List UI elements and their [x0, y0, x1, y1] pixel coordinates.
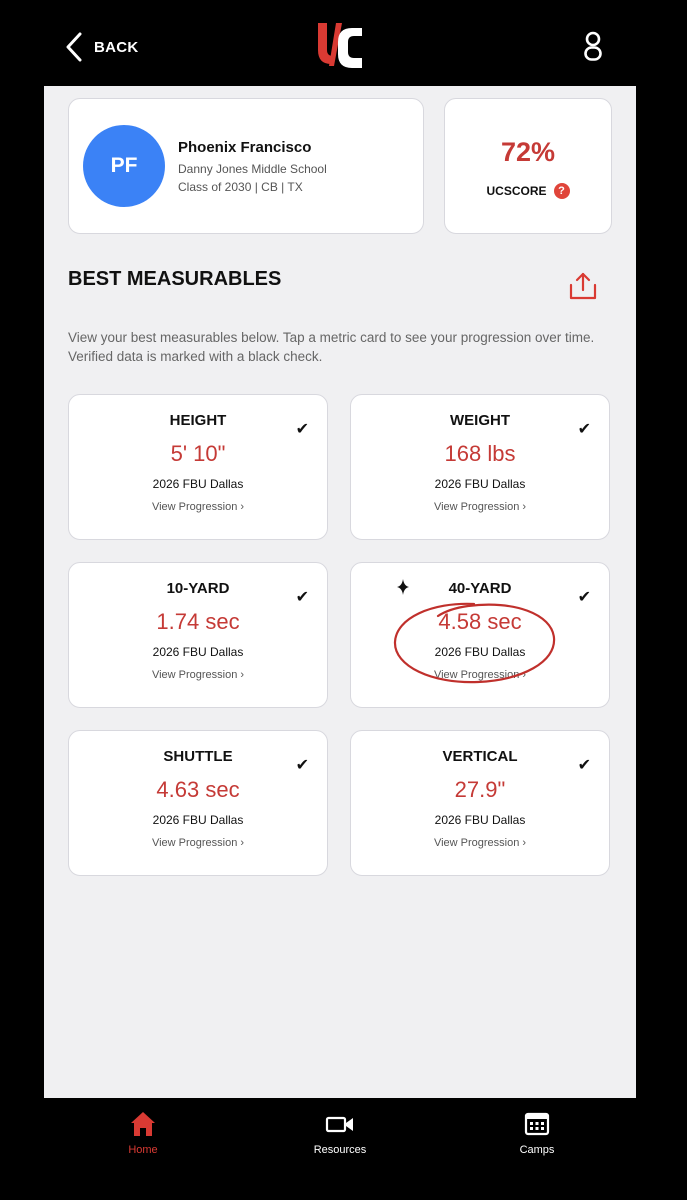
bottom-nav: Home Resources Camps	[0, 1098, 687, 1200]
metric-card-height[interactable]: HEIGHT ✔ 5' 10" 2026 FBU Dallas View Pro…	[68, 394, 328, 540]
player-name: Phoenix Francisco	[178, 139, 312, 156]
nav-resources[interactable]: Resources	[295, 1110, 385, 1156]
verified-check-icon: ✔	[577, 421, 591, 438]
calendar-icon	[524, 1112, 550, 1136]
metric-event: 2026 FBU Dallas	[152, 813, 244, 827]
metric-value: 4.58 sec	[438, 609, 522, 634]
metric-event: 2026 FBU Dallas	[152, 645, 244, 659]
metric-value: 168 lbs	[444, 441, 516, 466]
home-icon	[131, 1112, 155, 1136]
verified-check-icon: ✔	[295, 421, 309, 438]
metric-card-10-yard[interactable]: 10-YARD ✔ 1.74 sec 2026 FBU Dallas View …	[68, 562, 328, 708]
view-progression-link[interactable]: View Progression ›	[69, 501, 327, 513]
help-icon[interactable]: ?	[553, 183, 570, 199]
metric-event: 2026 FBU Dallas	[434, 813, 526, 827]
avatar: PF	[83, 125, 165, 207]
metric-card-shuttle[interactable]: SHUTTLE ✔ 4.63 sec 2026 FBU Dallas View …	[68, 730, 328, 876]
metric-title: 10-YARD	[166, 580, 230, 597]
ucscore-card: 72% UCSCORE ?	[444, 98, 612, 234]
metric-event: 2026 FBU Dallas	[434, 645, 526, 659]
metric-card-weight[interactable]: WEIGHT ✔ 168 lbs 2026 FBU Dallas View Pr…	[350, 394, 610, 540]
verified-check-icon: ✔	[295, 589, 309, 606]
nav-camps[interactable]: Camps	[492, 1110, 582, 1156]
chevron-left-icon	[66, 32, 82, 62]
verified-check-icon: ✔	[577, 757, 591, 774]
view-progression-link[interactable]: View Progression ›	[351, 669, 609, 681]
metric-value: 4.63 sec	[156, 777, 240, 802]
player-card: PF Phoenix Francisco Danny Jones Middle …	[68, 98, 424, 234]
metric-card-40-yard[interactable]: 40-YARD ✔ 4.58 sec 2026 FBU Dallas View …	[350, 562, 610, 708]
metric-card-vertical[interactable]: VERTICAL ✔ 27.9" 2026 FBU Dallas View Pr…	[350, 730, 610, 876]
nav-label: Resources	[313, 1144, 367, 1156]
ucscore-label: UCSCORE	[486, 184, 547, 198]
back-button[interactable]: BACK	[62, 30, 139, 64]
metric-value: 27.9"	[454, 777, 506, 802]
nav-label: Camps	[519, 1144, 555, 1156]
nav-home[interactable]: Home	[98, 1110, 188, 1156]
view-progression-link[interactable]: View Progression ›	[351, 837, 609, 849]
video-camera-icon	[325, 1116, 353, 1133]
metric-title: 40-YARD	[448, 580, 512, 597]
sparkle-icon	[397, 579, 409, 595]
share-icon[interactable]	[568, 270, 598, 302]
metric-event: 2026 FBU Dallas	[152, 477, 244, 491]
metric-event: 2026 FBU Dallas	[434, 477, 526, 491]
view-progression-link[interactable]: View Progression ›	[351, 501, 609, 513]
section-title: BEST MEASURABLES	[68, 268, 282, 290]
main-content: PF Phoenix Francisco Danny Jones Middle …	[44, 86, 636, 1098]
metric-title: HEIGHT	[169, 412, 227, 429]
ucscore-label-row: UCSCORE ?	[445, 183, 611, 199]
metric-title: WEIGHT	[450, 412, 510, 429]
nav-label: Home	[128, 1144, 158, 1156]
player-details: Class of 2030 | CB | TX	[178, 180, 303, 194]
view-progression-link[interactable]: View Progression ›	[69, 669, 327, 681]
view-progression-link[interactable]: View Progression ›	[69, 837, 327, 849]
back-label: BACK	[94, 38, 139, 56]
metric-title: SHUTTLE	[163, 748, 233, 765]
profile-icon[interactable]	[580, 30, 606, 64]
uc-logo	[318, 23, 362, 68]
verified-check-icon: ✔	[295, 757, 309, 774]
metric-value: 1.74 sec	[156, 609, 240, 634]
verified-check-icon: ✔	[577, 589, 591, 606]
ucscore-value: 72%	[500, 137, 556, 167]
section-description: View your best measurables below. Tap a …	[68, 330, 595, 364]
metric-title: VERTICAL	[442, 748, 518, 765]
metric-value: 5' 10"	[170, 441, 226, 466]
player-school: Danny Jones Middle School	[178, 162, 327, 176]
top-bar: BACK	[0, 0, 687, 86]
